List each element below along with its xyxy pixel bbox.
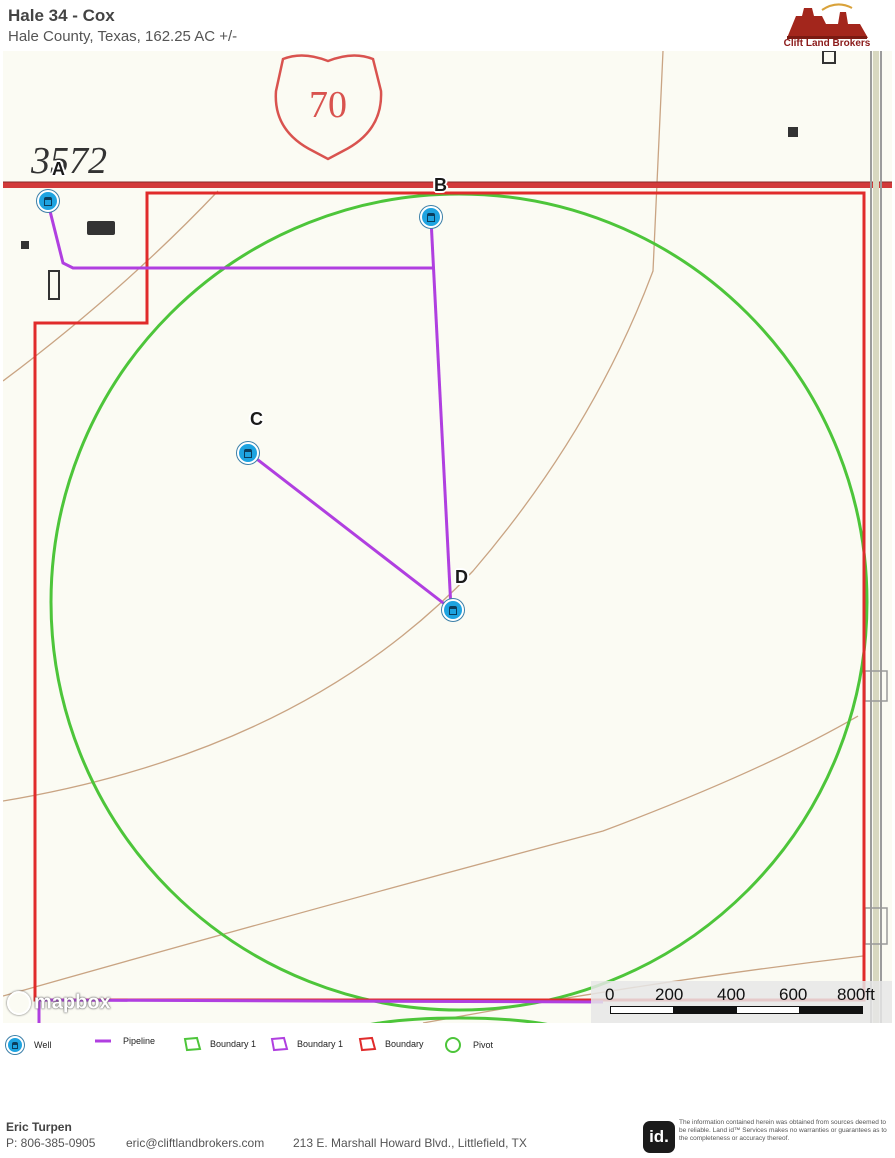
legend-item-pivot: Pivot [444,1036,493,1054]
boundary-polygon-icon [183,1036,202,1052]
scale-label: 400 [717,985,746,1004]
scale-segment [799,1006,863,1014]
logo-text: Clift Land Brokers [783,38,871,49]
legend-item-pipeline: Pipeline [95,1036,155,1046]
well-marker-a[interactable] [37,190,59,212]
road-number-label: 3572 [30,140,107,182]
well-icon [449,605,457,615]
well-marker-d[interactable] [442,599,464,621]
contour-lines [3,51,864,1023]
page-subtitle: Hale County, Texas, 162.25 AC +/- [8,28,238,45]
scale-label: 200 [655,985,684,1004]
map-canvas[interactable]: 70 3572 [3,51,892,1023]
well-icon [6,1036,24,1054]
scale-segment [673,1006,737,1014]
well-icon [44,196,52,206]
map-view[interactable]: 70 3572 A B C D mapbox 0 200 400 600 800… [3,51,892,1023]
agent-name: Eric Turpen [6,1120,72,1134]
boundary-polygon-icon [270,1036,289,1052]
pipeline-line-icon [95,1039,111,1043]
pivot-circle-icon [445,1037,461,1053]
well-label-b: B [434,175,447,195]
scale-bar: 0 200 400 600 800ft [591,981,892,1023]
route-number: 70 [309,84,347,126]
scale-segment [610,1006,674,1014]
scale-segment [736,1006,800,1014]
well-icon [244,448,252,458]
scale-label: 800ft [837,985,875,1004]
mapbox-logo-icon [7,991,31,1015]
well-label-d: D [455,567,468,587]
legend-item-boundary: Boundary [358,1036,424,1052]
well-label-c: C [250,409,263,429]
agent-address: 213 E. Marshall Howard Blvd., Littlefiel… [293,1136,527,1150]
boundary-polygon-icon [358,1036,377,1052]
mesa-logo-icon [787,3,868,39]
legend-item-boundary-1-purple: Boundary 1 [270,1036,343,1052]
legend-item-well: Well [6,1036,51,1054]
well-icon [427,212,435,222]
agent-phone: P: 806-385-0905 [6,1136,96,1150]
legend-item-boundary-1-green: Boundary 1 [183,1036,256,1052]
mapbox-attribution[interactable]: mapbox [7,991,111,1015]
land-id-logo: id. [643,1121,675,1153]
route-shield: 70 [274,54,383,161]
pipelines[interactable] [46,202,453,611]
agent-email[interactable]: eric@cliftlandbrokers.com [126,1136,264,1150]
disclaimer-text: The information contained herein was obt… [679,1119,887,1142]
scale-label: 0 [605,985,615,1004]
page-title: Hale 34 - Cox [8,6,115,25]
well-marker-b[interactable] [420,206,442,228]
well-marker-c[interactable] [237,442,259,464]
pivot-circle-south[interactable] [344,1016,574,1023]
well-label-a: A [52,159,65,179]
scale-label: 600 [779,985,808,1004]
company-logo: Clift Land Brokers [782,2,872,50]
